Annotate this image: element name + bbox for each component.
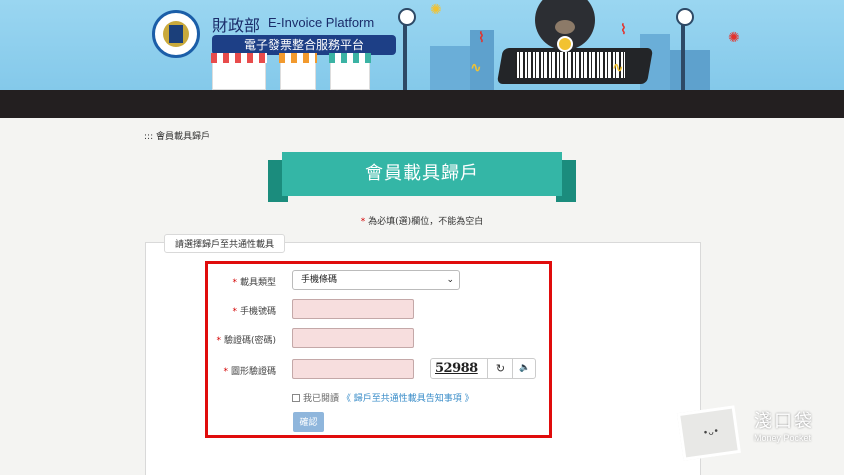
watermark-name-cn: 淺口袋 — [754, 411, 814, 432]
shop-illustration — [329, 53, 371, 90]
medal-icon — [557, 36, 573, 52]
required-note: * 為必填(選)欄位，不能為空白 — [0, 214, 844, 227]
header-banner: 財政部 E-Invoice Platform 電子發票整合服務平台 ⌇ ⌇ ∿ … — [0, 0, 844, 90]
barcode-illustration — [515, 52, 625, 78]
confetti-icon: ∿ — [612, 60, 624, 76]
confetti-icon: ⌇ — [620, 22, 627, 38]
nav-bar — [0, 90, 844, 118]
watermark-name-en: Money Pocket — [754, 433, 812, 443]
ministry-logo[interactable] — [152, 10, 200, 58]
shop-illustration — [211, 53, 267, 90]
city-building — [670, 50, 710, 90]
banner-sky — [0, 0, 844, 90]
sparkle-icon: ✺ — [430, 2, 442, 18]
street-lamp — [398, 8, 416, 90]
page-title-banner: 會員載具歸戶 — [268, 152, 576, 202]
city-building — [430, 46, 470, 90]
form-legend: 請選擇歸戶至共通性載具 — [164, 234, 286, 253]
street-lamp — [676, 8, 694, 90]
shop-illustration — [279, 53, 317, 90]
platform-name-cn: 電子發票整合服務平台 — [212, 35, 396, 55]
platform-name-en: E-Invoice Platform — [268, 15, 375, 30]
confetti-icon: ⌇ — [478, 30, 485, 46]
required-note-text: 為必填(選)欄位，不能為空白 — [368, 217, 484, 227]
highlight-frame — [205, 261, 552, 438]
confetti-icon: ∿ — [470, 60, 482, 76]
required-star: * — [360, 217, 366, 227]
org-name: 財政部 — [212, 16, 261, 35]
page-title: 會員載具歸戶 — [282, 152, 562, 196]
watermark: •ᴗ• 淺口袋 Money Pocket — [676, 405, 830, 465]
pocket-logo-icon: •ᴗ• — [676, 405, 742, 461]
breadcrumb: ::: 會員載具歸戶 — [144, 132, 210, 142]
sparkle-icon: ✺ — [728, 30, 740, 46]
